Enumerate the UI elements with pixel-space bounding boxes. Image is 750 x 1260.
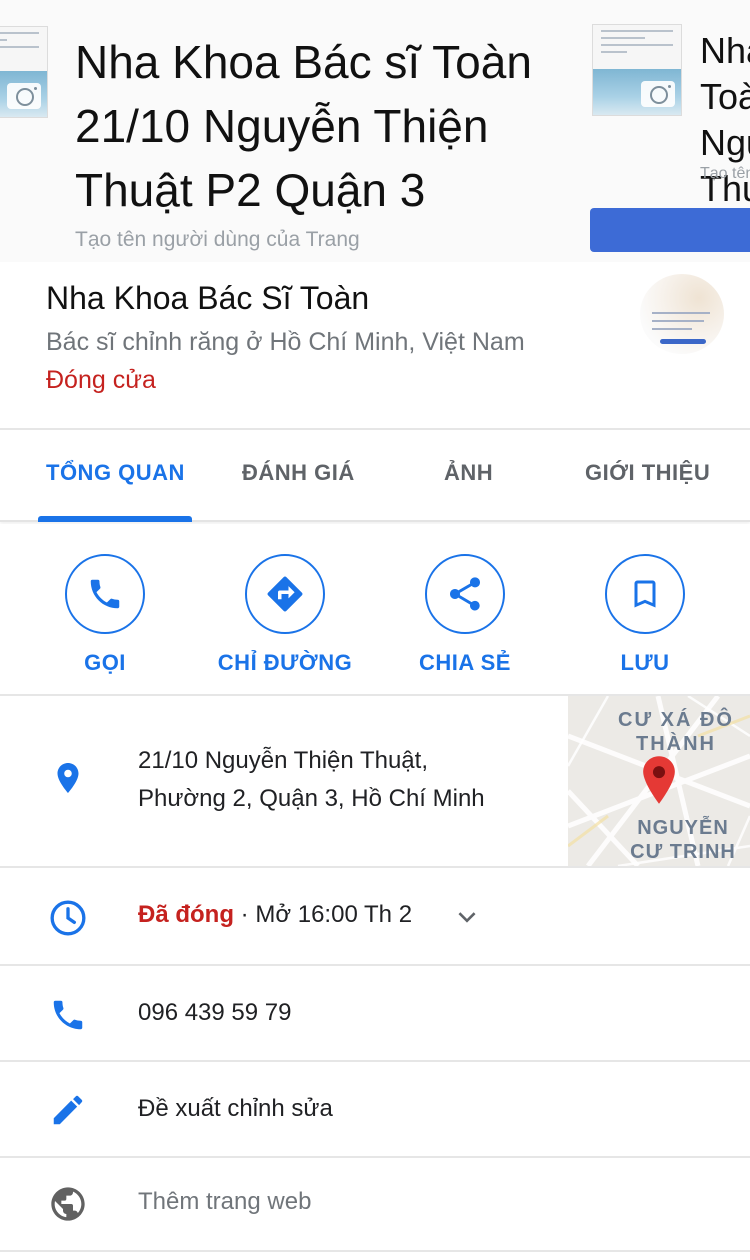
card-action-button[interactable]	[590, 208, 750, 252]
map-pin-icon	[643, 756, 675, 804]
page-title-2: Nha Khoa Bác sĩ Toàn 21/10 Nguyễn Thiện …	[700, 30, 750, 209]
share-button[interactable]: CHIA SẺ	[385, 554, 545, 676]
place-header: Nha Khoa Bác Sĩ Toàn Bác sĩ chỉnh răng ở…	[0, 262, 750, 430]
add-website-label: Thêm trang web	[138, 1188, 312, 1215]
tab-bar: TỔNG QUAN ĐÁNH GIÁ ẢNH GIỚI THIỆU	[0, 430, 750, 522]
place-name: Nha Khoa Bác Sĩ Toàn	[46, 280, 370, 316]
place-logo-avatar[interactable]	[640, 274, 724, 354]
tab-overview[interactable]: TỔNG QUAN	[46, 460, 185, 486]
create-username-link-2[interactable]: Tạo tên người dùng của Trang	[700, 165, 750, 183]
directions-icon	[267, 576, 303, 612]
hours-next-open: Mở 16:00 Th 2	[255, 901, 413, 928]
directions-button[interactable]: CHỈ ĐƯỜNG	[205, 554, 365, 676]
camera-icon[interactable]	[7, 83, 41, 109]
phone-number[interactable]: 096 439 59 79	[138, 994, 291, 1032]
save-button[interactable]: LƯU	[565, 554, 725, 676]
hours-row[interactable]: Đã đóng · Mở 16:00 Th 2	[0, 868, 750, 966]
bookmark-icon	[634, 580, 656, 608]
hours-separator: ·	[234, 901, 256, 928]
create-username-link[interactable]: Tạo tên người dùng của Trang	[75, 228, 360, 252]
page-carousel[interactable]: Nha Khoa Bác sĩ Toàn 21/10 Nguyễn Thiện …	[0, 0, 750, 262]
suggest-edit-label: Đề xuất chỉnh sửa	[138, 1095, 333, 1122]
camera-icon[interactable]	[641, 81, 675, 107]
action-buttons: GỌI CHỈ ĐƯỜNG CHIA SẺ LƯU	[0, 524, 750, 696]
open-status: Đóng cửa	[46, 366, 156, 394]
page-photo-thumbnail-2[interactable]	[592, 24, 682, 116]
chevron-down-icon[interactable]	[454, 904, 480, 930]
phone-icon	[53, 1000, 83, 1030]
share-label: CHIA SẺ	[419, 650, 511, 675]
tab-photos[interactable]: ẢNH	[444, 460, 493, 486]
share-icon	[450, 577, 480, 611]
save-label: LƯU	[620, 650, 670, 675]
phone-icon	[90, 579, 120, 609]
tab-reviews[interactable]: ĐÁNH GIÁ	[242, 460, 355, 486]
page-photo-thumbnail[interactable]	[0, 26, 48, 118]
globe-icon	[51, 1187, 85, 1221]
call-button[interactable]: GỌI	[25, 554, 185, 676]
add-website-row[interactable]: Thêm trang web	[0, 1158, 750, 1252]
active-tab-indicator	[38, 516, 192, 522]
tab-about[interactable]: GIỚI THIỆU	[585, 460, 710, 486]
hours-closed-status: Đã đóng	[138, 901, 234, 928]
call-label: GỌI	[84, 650, 126, 675]
address-row[interactable]: 21/10 Nguyễn Thiện Thuật, Phường 2, Quận…	[0, 696, 750, 868]
suggest-edit-row[interactable]: Đề xuất chỉnh sửa	[0, 1062, 750, 1158]
directions-label: CHỈ ĐƯỜNG	[217, 650, 353, 675]
pencil-icon	[53, 1095, 83, 1125]
phone-row[interactable]: 096 439 59 79	[0, 966, 750, 1062]
location-pin-icon	[57, 763, 79, 793]
mini-map[interactable]: CƯ XÁ ĐÔ THÀNH NGUYỄN CƯ TRINH	[568, 696, 750, 866]
map-label-area-2: NGUYỄN CƯ TRINH	[630, 817, 736, 863]
page-title: Nha Khoa Bác sĩ Toàn 21/10 Nguyễn Thiện …	[75, 36, 532, 216]
address-line-2: Phường 2, Quận 3, Hồ Chí Minh	[138, 785, 485, 812]
clock-icon	[50, 900, 86, 936]
place-category: Bác sĩ chỉnh răng ở Hồ Chí Minh, Việt Na…	[46, 328, 525, 356]
map-label-area-1: CƯ XÁ ĐÔ THÀNH	[618, 709, 734, 755]
address-line-1: 21/10 Nguyễn Thiện Thuật,	[138, 747, 428, 774]
